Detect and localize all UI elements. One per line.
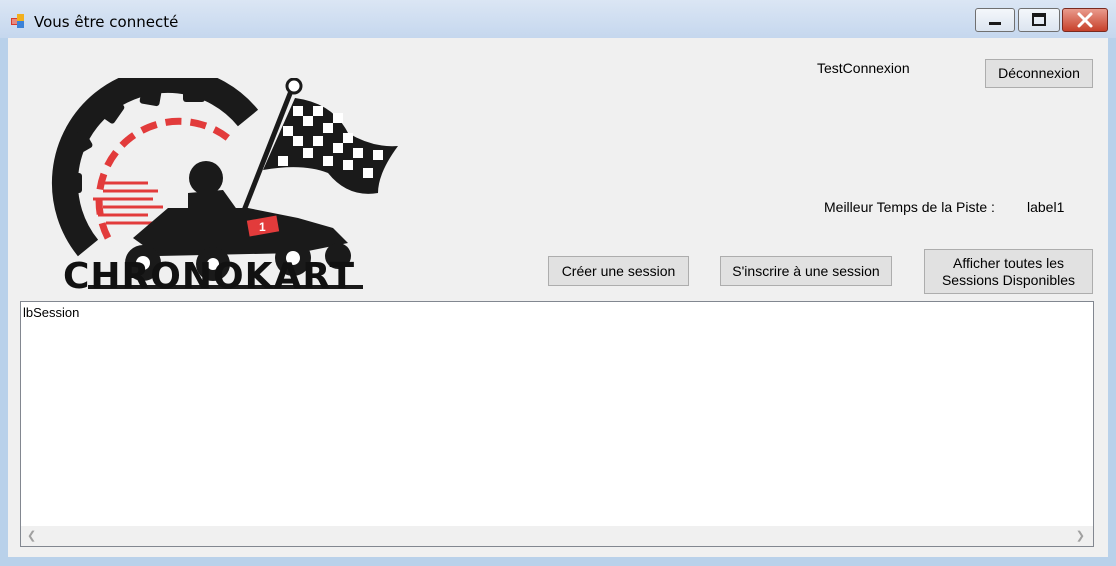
close-icon — [1077, 12, 1093, 28]
maximize-icon — [1032, 13, 1046, 26]
show-all-sessions-button[interactable]: Afficher toutes les Sessions Disponibles — [924, 249, 1093, 294]
session-listbox[interactable]: lbSession ❮ ❯ — [20, 301, 1094, 547]
title-bar[interactable]: Vous être connecté — [0, 0, 1116, 38]
list-item[interactable]: lbSession — [23, 305, 79, 320]
app-icon — [11, 14, 24, 28]
maximize-button[interactable] — [1018, 8, 1060, 32]
main-window: Vous être connecté 1 CHRONOKART TestConn… — [0, 0, 1116, 566]
horizontal-scrollbar[interactable]: ❮ ❯ — [21, 526, 1093, 546]
best-time-label: Meilleur Temps de la Piste : — [824, 199, 995, 215]
scroll-left-icon[interactable]: ❮ — [27, 529, 36, 542]
create-session-button[interactable]: Créer une session — [548, 256, 689, 286]
client-area: 1 CHRONOKART TestConnexion Déconnexion M… — [8, 38, 1108, 557]
minimize-button[interactable] — [975, 8, 1015, 32]
minimize-icon — [989, 22, 1001, 25]
window-title: Vous être connecté — [34, 13, 179, 31]
scroll-right-icon[interactable]: ❯ — [1076, 529, 1085, 542]
register-session-button[interactable]: S'inscrire à une session — [720, 256, 892, 286]
show-all-line2: Sessions Disponibles — [941, 271, 1076, 288]
show-all-line1: Afficher toutes les — [952, 254, 1065, 271]
logo-text: CHRONOKART — [63, 256, 356, 297]
close-button[interactable] — [1062, 8, 1108, 32]
best-time-value: label1 — [1027, 199, 1065, 215]
logout-button[interactable]: Déconnexion — [985, 59, 1093, 88]
user-label: TestConnexion — [817, 60, 910, 76]
svg-text:1: 1 — [259, 220, 266, 234]
